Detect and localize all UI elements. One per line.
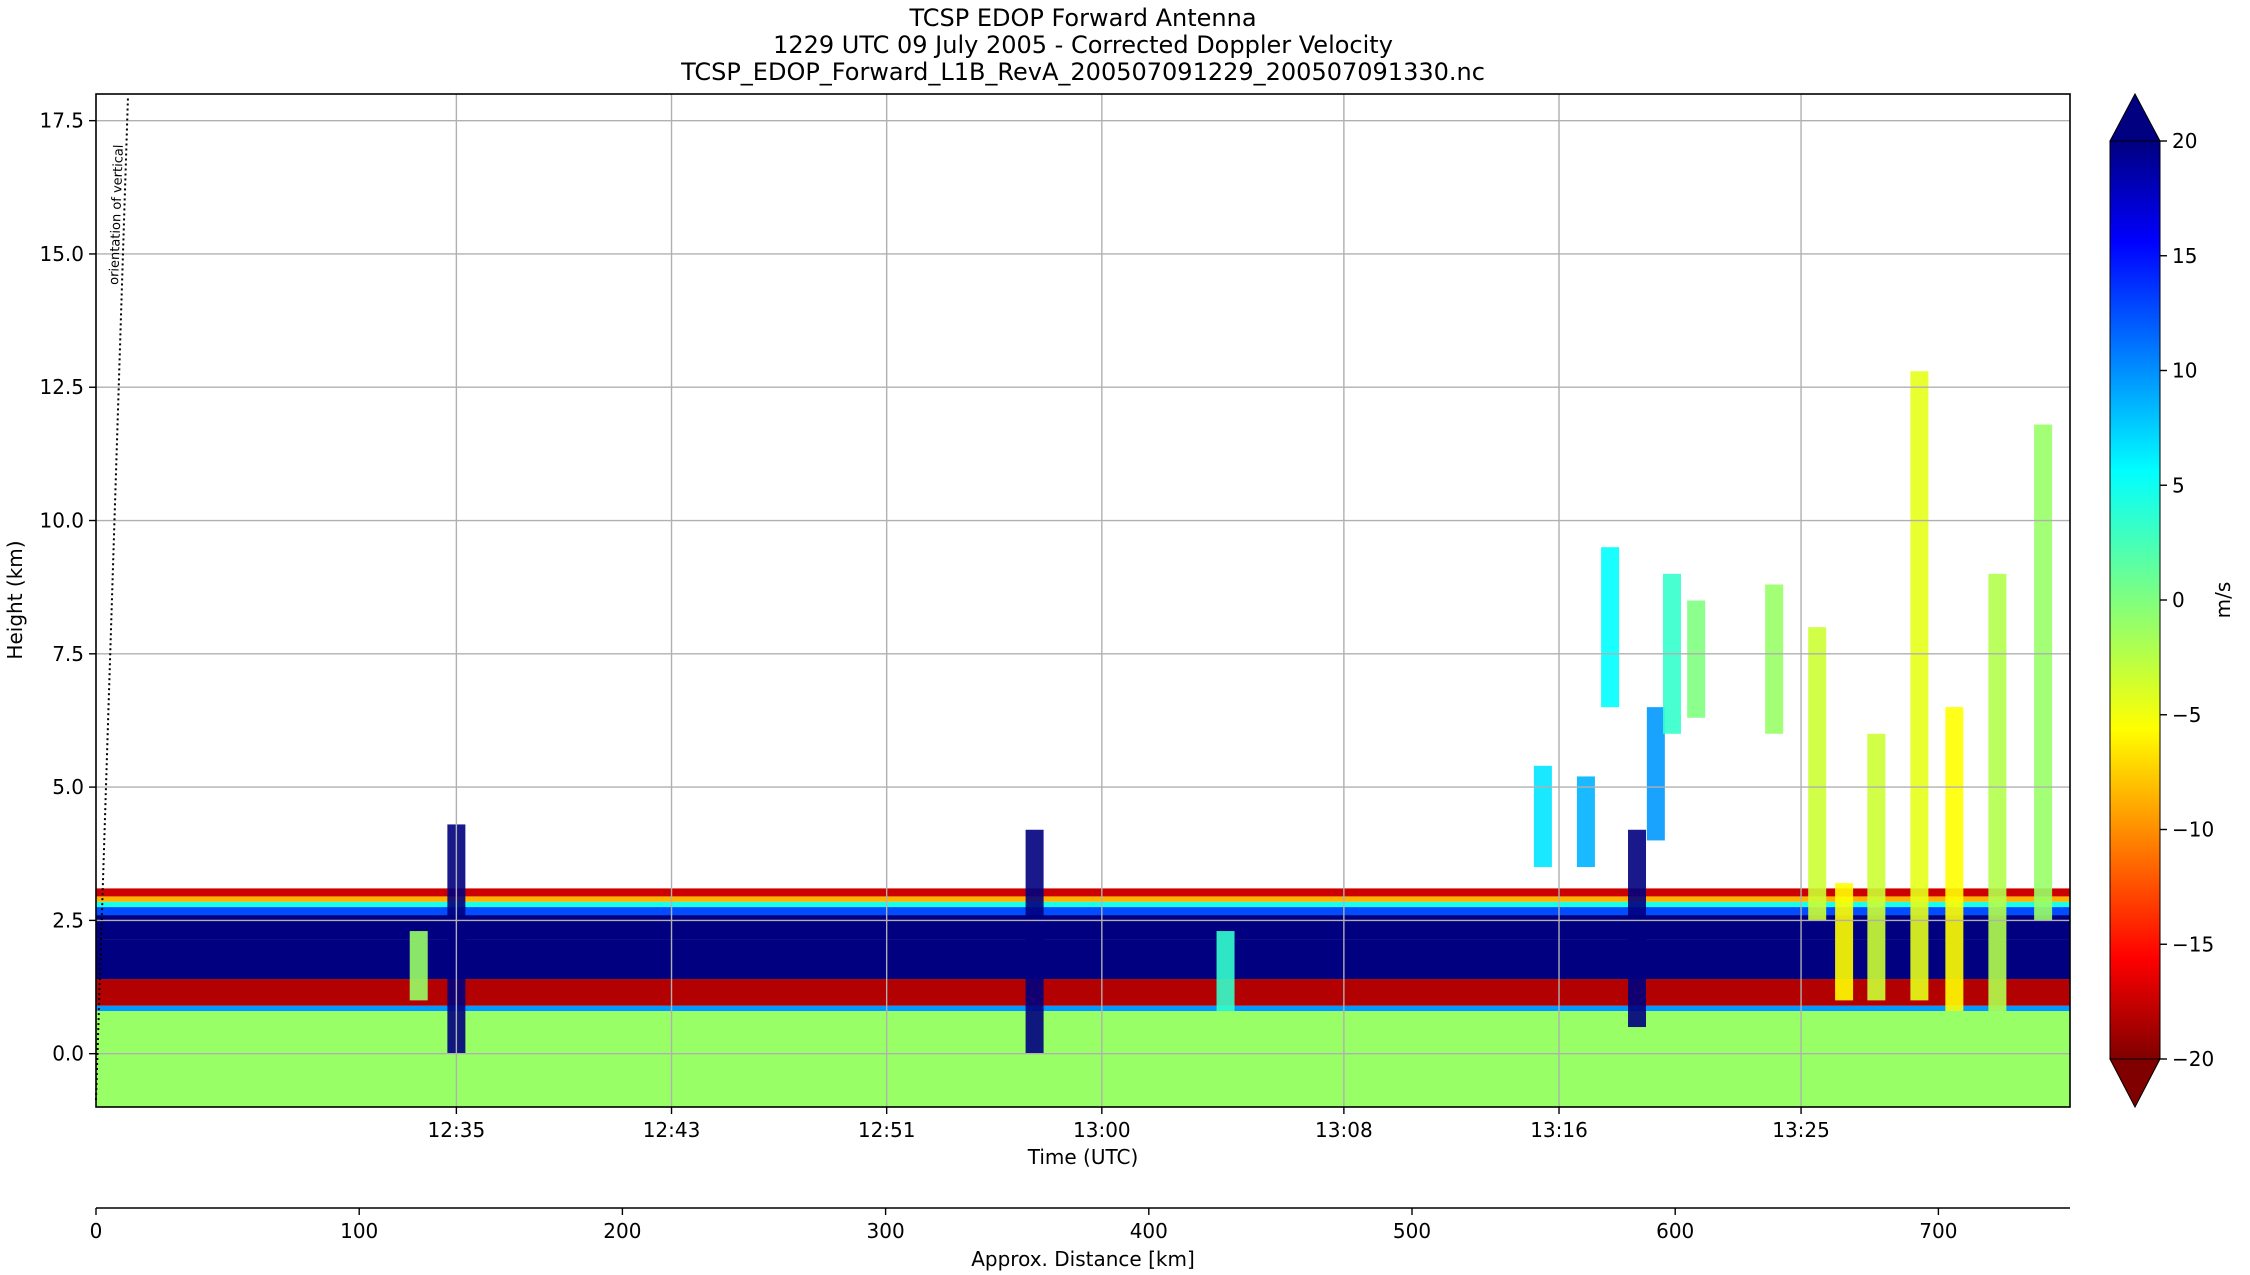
colorbar-ticks: −20 −15 −10 −5 0 5 10 15 20 (2160, 129, 2214, 1071)
velocity-band-1 (96, 1005, 2070, 1012)
velocity-cell-6 (1601, 547, 1620, 708)
velocity-band-5 (96, 907, 2070, 916)
velocity-band-6 (96, 901, 2070, 908)
time-tick-label-3: 13:00 (1073, 1118, 1131, 1142)
distance-axis-label: Approx. Distance [km] (971, 1247, 1195, 1271)
colorbar-max-extension (2109, 92, 2161, 142)
velocity-cell-12 (1808, 627, 1827, 921)
distance-axis: 0 100 200 300 400 500 600 700 (90, 1208, 1957, 1243)
velocity-band-8 (96, 888, 2070, 897)
velocity-cell-8 (1646, 707, 1665, 841)
velocity-cell-3 (1216, 931, 1235, 1012)
distance-tick-label-4: 400 (1130, 1219, 1168, 1243)
y-axis-label: Height (km) (3, 540, 27, 659)
y-tick-label-3: 7.5 (52, 642, 84, 666)
velocity-band-3 (96, 939, 2070, 980)
y-tick-label-2: 5.0 (52, 775, 84, 799)
figure: TCSP EDOP Forward Antenna 1229 UTC 09 Ju… (3, 4, 2235, 1271)
colorbar-gradient (2109, 140, 2161, 1060)
velocity-cell-15 (1910, 371, 1929, 1001)
y-tick-label-7: 17.5 (39, 109, 84, 133)
velocity-cell-7 (1628, 829, 1647, 1028)
velocity-band-4 (96, 915, 2070, 940)
time-tick-label-0: 12:35 (428, 1118, 486, 1142)
distance-tick-label-2: 200 (603, 1219, 641, 1243)
time-tick-label-5: 13:16 (1530, 1118, 1588, 1142)
chart-title: TCSP EDOP Forward Antenna 1229 UTC 09 Ju… (680, 4, 1485, 86)
velocity-band-0 (96, 1011, 2070, 1107)
title-line-3: TCSP_EDOP_Forward_L1B_RevA_200507091229_… (680, 58, 1485, 86)
y-tick-label-0: 0.0 (52, 1042, 84, 1066)
velocity-cell-0 (409, 931, 428, 1001)
title-line-2: 1229 UTC 09 July 2005 - Corrected Dopple… (773, 31, 1393, 59)
time-tick-label-6: 13:25 (1772, 1118, 1830, 1142)
distance-tick-label-0: 0 (90, 1219, 103, 1243)
velocity-cell-5 (1576, 776, 1595, 868)
velocity-cell-18 (2034, 424, 2053, 921)
velocity-cell-4 (1533, 765, 1552, 868)
time-tick-label-2: 12:51 (858, 1118, 916, 1142)
y-tick-label-6: 15.0 (39, 242, 84, 266)
colorbar-tick-label-8: 20 (2172, 129, 2197, 153)
colorbar-tick-label-1: −15 (2172, 932, 2214, 956)
velocity-cell-2 (1025, 829, 1044, 1054)
time-axis: 12:35 12:43 12:51 13:00 13:08 13:16 13:25 (428, 1107, 1830, 1142)
distance-tick-label-7: 700 (1919, 1219, 1957, 1243)
colorbar-tick-label-3: −5 (2172, 703, 2201, 727)
time-axis-label: Time (UTC) (1027, 1145, 1139, 1169)
velocity-cell-13 (1835, 883, 1854, 1001)
y-tick-label-1: 2.5 (52, 908, 84, 932)
title-line-1: TCSP EDOP Forward Antenna (908, 4, 1256, 32)
colorbar-tick-label-4: 0 (2172, 588, 2185, 612)
time-tick-label-1: 12:43 (643, 1118, 701, 1142)
velocity-cell-10 (1687, 600, 1706, 718)
colorbar-tick-label-0: −20 (2172, 1047, 2214, 1071)
velocity-band-7 (96, 896, 2070, 902)
distance-tick-label-3: 300 (867, 1219, 905, 1243)
y-axis: 0.0 2.5 5.0 7.5 10.0 12.5 15.0 17.5 (39, 109, 96, 1066)
velocity-cell-11 (1765, 584, 1784, 734)
colorbar-tick-label-6: 10 (2172, 359, 2197, 383)
colorbar-tick-label-5: 5 (2172, 473, 2185, 497)
velocity-cell-17 (1988, 573, 2007, 1012)
distance-tick-label-6: 600 (1656, 1219, 1694, 1243)
colorbar: −20 −15 −10 −5 0 5 10 15 20 m/s (2109, 92, 2235, 1109)
y-tick-label-4: 10.0 (39, 509, 84, 533)
colorbar-min-extension (2109, 1058, 2161, 1109)
distance-tick-label-1: 100 (340, 1219, 378, 1243)
velocity-cell-14 (1867, 733, 1886, 1001)
velocity-cell-16 (1945, 707, 1964, 1012)
colorbar-label: m/s (2211, 582, 2235, 619)
velocity-band-2 (96, 979, 2070, 1006)
distance-tick-label-5: 500 (1393, 1219, 1431, 1243)
colorbar-tick-label-7: 15 (2172, 244, 2197, 268)
colorbar-tick-label-2: −10 (2172, 818, 2214, 842)
time-tick-label-4: 13:08 (1315, 1118, 1373, 1142)
y-tick-label-5: 12.5 (39, 375, 84, 399)
